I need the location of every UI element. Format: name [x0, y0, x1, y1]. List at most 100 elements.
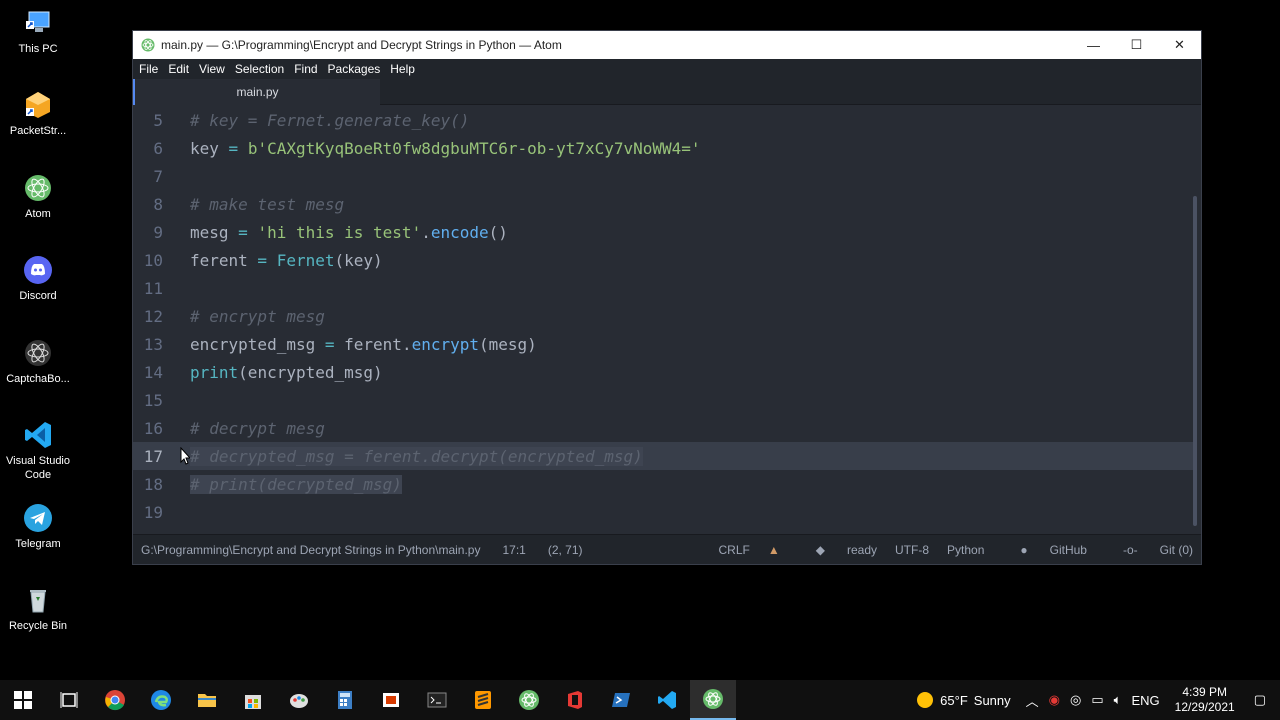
tab-main-py[interactable]: main.py	[133, 79, 380, 105]
chevron-up-icon[interactable]: ︿	[1026, 691, 1039, 710]
code-token: key	[190, 138, 219, 158]
code-line: 16 # decrypt mesg	[133, 414, 1193, 442]
status-state-label: ready	[846, 542, 878, 557]
status-state[interactable]: ◆ ready	[798, 543, 877, 557]
code-token: =	[247, 250, 277, 270]
code-text-selected: # print(decrypted_msg)	[190, 474, 402, 494]
menu-find[interactable]: Find	[292, 62, 323, 76]
paint-icon	[290, 694, 308, 708]
notification-icon[interactable]: ▢	[1254, 692, 1266, 708]
code-token: b'CAXgtKyqBoeRt0fw8dgbuMTC6r-ob-yt7xCy7v…	[247, 138, 701, 158]
code-line: 11	[133, 274, 1193, 302]
menu-file[interactable]: File	[137, 62, 164, 76]
code-line: 9 mesg = 'hi this is test'.encode()	[133, 218, 1193, 246]
desktop-icon-this-pc[interactable]: This PC	[4, 8, 72, 56]
powershell-icon	[612, 693, 630, 707]
desktop-icon-label: Atom	[25, 208, 51, 220]
start-button[interactable]	[0, 680, 46, 720]
taskbar-chrome[interactable]	[92, 680, 138, 720]
code-token: encrypt	[411, 334, 480, 354]
taskbar: 65°F Sunny ︿ ◉ ◎ ▭ 🔈︎ ENG 4:39 PM 12/29/…	[0, 680, 1280, 720]
desktop-icon-discord[interactable]: Discord	[4, 255, 72, 303]
code-token: encrypted_msg	[190, 334, 316, 354]
taskbar-vscode[interactable]	[644, 680, 690, 720]
taskbar-atom-alt[interactable]	[506, 680, 552, 720]
status-git[interactable]: -o- Git (0)	[1105, 543, 1193, 557]
status-selection-count: (2, 71)	[547, 542, 583, 557]
weather-text: Sunny	[973, 692, 1011, 708]
status-grammar[interactable]: Python	[947, 543, 984, 557]
taskbar-edge[interactable]	[138, 680, 184, 720]
atom-icon	[703, 689, 723, 709]
record-icon[interactable]: ◉	[1049, 692, 1060, 708]
volume-icon[interactable]: 🔈︎	[1114, 692, 1122, 708]
line-number: 13	[143, 334, 163, 354]
status-line-ending[interactable]: CRLF	[719, 543, 750, 557]
system-tray: 65°F Sunny ︿ ◉ ◎ ▭ 🔈︎ ENG 4:39 PM 12/29/…	[916, 680, 1280, 720]
status-bar: G:\Programming\Encrypt and Decrypt Strin…	[133, 534, 1201, 564]
line-number: 10	[143, 250, 163, 270]
vscode-icon	[23, 420, 53, 450]
taskbar-atom[interactable]	[690, 680, 736, 720]
network-icon[interactable]: ▭	[1091, 692, 1103, 708]
vertical-scrollbar[interactable]	[1193, 196, 1197, 526]
weather-widget[interactable]: 65°F Sunny	[916, 691, 1011, 709]
status-file-path[interactable]: G:\Programming\Encrypt and Decrypt Strin…	[141, 543, 480, 557]
desktop-icon-label: Discord	[19, 290, 57, 302]
status-flame-icon[interactable]: ▲	[768, 543, 780, 557]
maximize-button[interactable]: ☐	[1115, 31, 1158, 59]
desktop-icon-recycle-bin[interactable]: Recycle Bin	[4, 585, 72, 633]
desktop-icon-label: Recycle Bin	[8, 620, 68, 632]
task-view-button[interactable]	[46, 680, 92, 720]
line-number: 14	[143, 362, 163, 382]
code-editor[interactable]: 5 # key = Fernet.generate_key() 6 key = …	[133, 106, 1201, 536]
minimize-button[interactable]: —	[1072, 31, 1115, 59]
status-github[interactable]: ● GitHub	[1002, 543, 1087, 557]
menu-view[interactable]: View	[197, 62, 231, 76]
close-button[interactable]: ✕	[1158, 31, 1201, 59]
taskbar-terminal[interactable]	[414, 680, 460, 720]
desktop-icon-atom[interactable]: Atom	[4, 173, 72, 221]
menu-packages[interactable]: Packages	[326, 62, 387, 76]
terminal-icon	[427, 692, 447, 708]
office-icon	[568, 691, 582, 709]
code-token: .	[421, 222, 431, 242]
taskbar-sublime[interactable]	[460, 680, 506, 720]
taskbar-office[interactable]	[552, 680, 598, 720]
webcam-icon[interactable]: ◎	[1070, 692, 1081, 708]
tab-bar: main.py	[133, 79, 1201, 105]
taskbar-app-office-lens[interactable]	[368, 680, 414, 720]
desktop-icon-vscode[interactable]: Visual Studio Code	[4, 420, 72, 482]
language-indicator[interactable]: ENG	[1131, 693, 1159, 708]
chrome-icon	[105, 690, 125, 711]
menu-help[interactable]: Help	[388, 62, 421, 76]
code-line: 19	[133, 498, 1193, 526]
code-text: encrypted_msg = ferent.encrypt(mesg)	[190, 335, 537, 354]
office-lens-icon	[383, 693, 399, 707]
desktop-icon-captchabot[interactable]: CaptchaBo...	[4, 338, 72, 386]
title-bar[interactable]: main.py — G:\Programming\Encrypt and Dec…	[133, 31, 1201, 59]
taskbar-file-explorer[interactable]	[184, 680, 230, 720]
taskbar-app-paint[interactable]	[276, 680, 322, 720]
status-cursor-position[interactable]: 17:1	[502, 543, 525, 557]
edge-icon	[151, 690, 171, 710]
vscode-icon	[658, 691, 676, 709]
line-number: 9	[153, 222, 163, 242]
line-number: 12	[143, 306, 163, 326]
taskbar-powershell[interactable]	[598, 680, 644, 720]
selection-highlight: # print(decrypted_msg)	[190, 474, 402, 494]
desktop-icon-label: CaptchaBo...	[6, 373, 70, 385]
menu-selection[interactable]: Selection	[233, 62, 290, 76]
sublime-icon	[475, 691, 491, 709]
status-git-label: Git (0)	[1159, 542, 1193, 557]
line-number: 6	[153, 138, 163, 158]
code-token: (mesg)	[479, 334, 537, 354]
desktop-icon-packet-tracer[interactable]: PacketStr...	[4, 90, 72, 138]
desktop-icon-telegram[interactable]: Telegram	[4, 503, 72, 551]
menu-edit[interactable]: Edit	[166, 62, 195, 76]
taskbar-calculator[interactable]	[322, 680, 368, 720]
status-encoding[interactable]: UTF-8	[895, 543, 929, 557]
clock[interactable]: 4:39 PM 12/29/2021	[1175, 685, 1235, 715]
taskbar-store[interactable]	[230, 680, 276, 720]
code-text: ferent = Fernet(key)	[190, 251, 383, 270]
